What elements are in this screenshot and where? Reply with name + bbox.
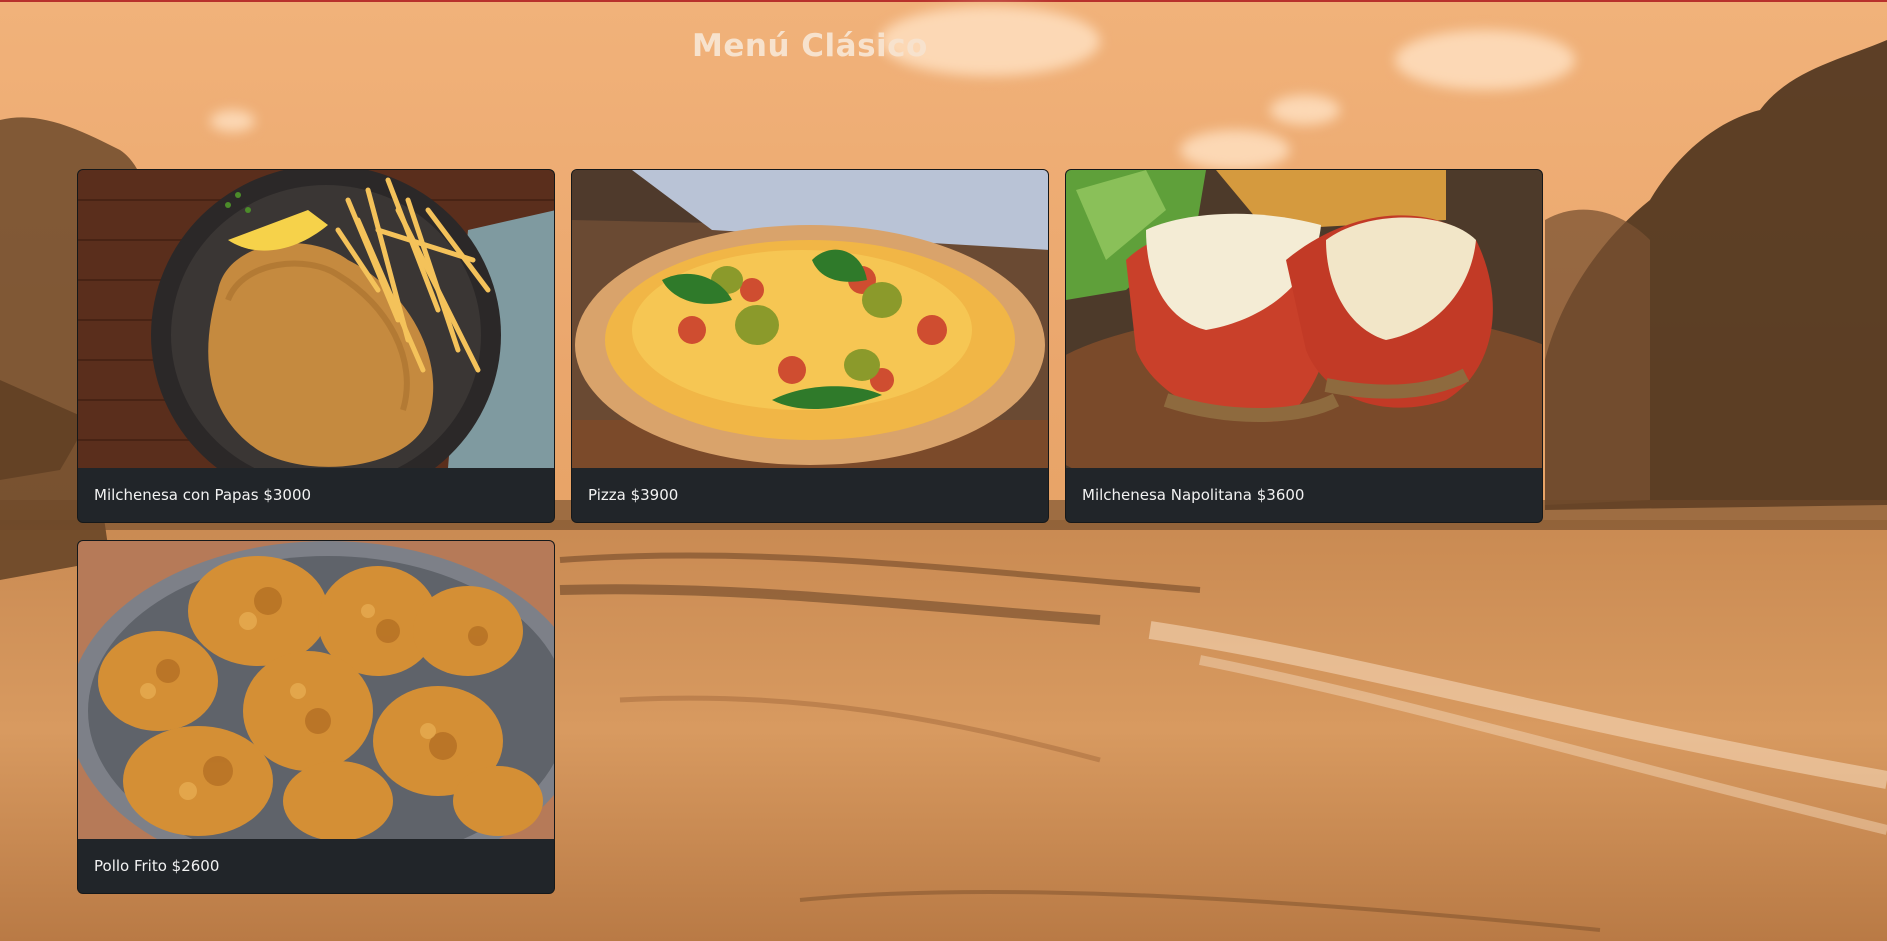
menu-card-milanesa-napolitana[interactable]: Milchenesa Napolitana $3600 bbox=[1065, 169, 1543, 523]
menu-card-milanesa-papas[interactable]: Milchenesa con Papas $3000 bbox=[77, 169, 555, 523]
cloud-decoration bbox=[210, 110, 255, 132]
cloud-decoration bbox=[1395, 30, 1575, 90]
menu-card-pizza[interactable]: Pizza $3900 bbox=[571, 169, 1049, 523]
fried-chicken-photo bbox=[78, 541, 554, 839]
pizza-photo bbox=[572, 170, 1048, 468]
milanesa-with-fries-photo bbox=[78, 170, 554, 468]
card-body: Pollo Frito $2600 bbox=[78, 839, 554, 893]
menu-item-label: Milchenesa con Papas $3000 bbox=[94, 486, 312, 504]
card-body: Milchenesa Napolitana $3600 bbox=[1066, 468, 1542, 522]
menu-item-label: Milchenesa Napolitana $3600 bbox=[1082, 486, 1305, 504]
page-title: Menú Clásico bbox=[692, 28, 928, 64]
cloud-decoration bbox=[1180, 130, 1290, 170]
menu-card-pollo-frito[interactable]: Pollo Frito $2600 bbox=[77, 540, 555, 894]
card-body: Milchenesa con Papas $3000 bbox=[78, 468, 554, 522]
menu-item-label: Pollo Frito $2600 bbox=[94, 857, 220, 875]
menu-item-label: Pizza $3900 bbox=[588, 486, 679, 504]
milanesa-napolitana-photo bbox=[1066, 170, 1542, 468]
card-body: Pizza $3900 bbox=[572, 468, 1048, 522]
cloud-decoration bbox=[1270, 95, 1340, 125]
